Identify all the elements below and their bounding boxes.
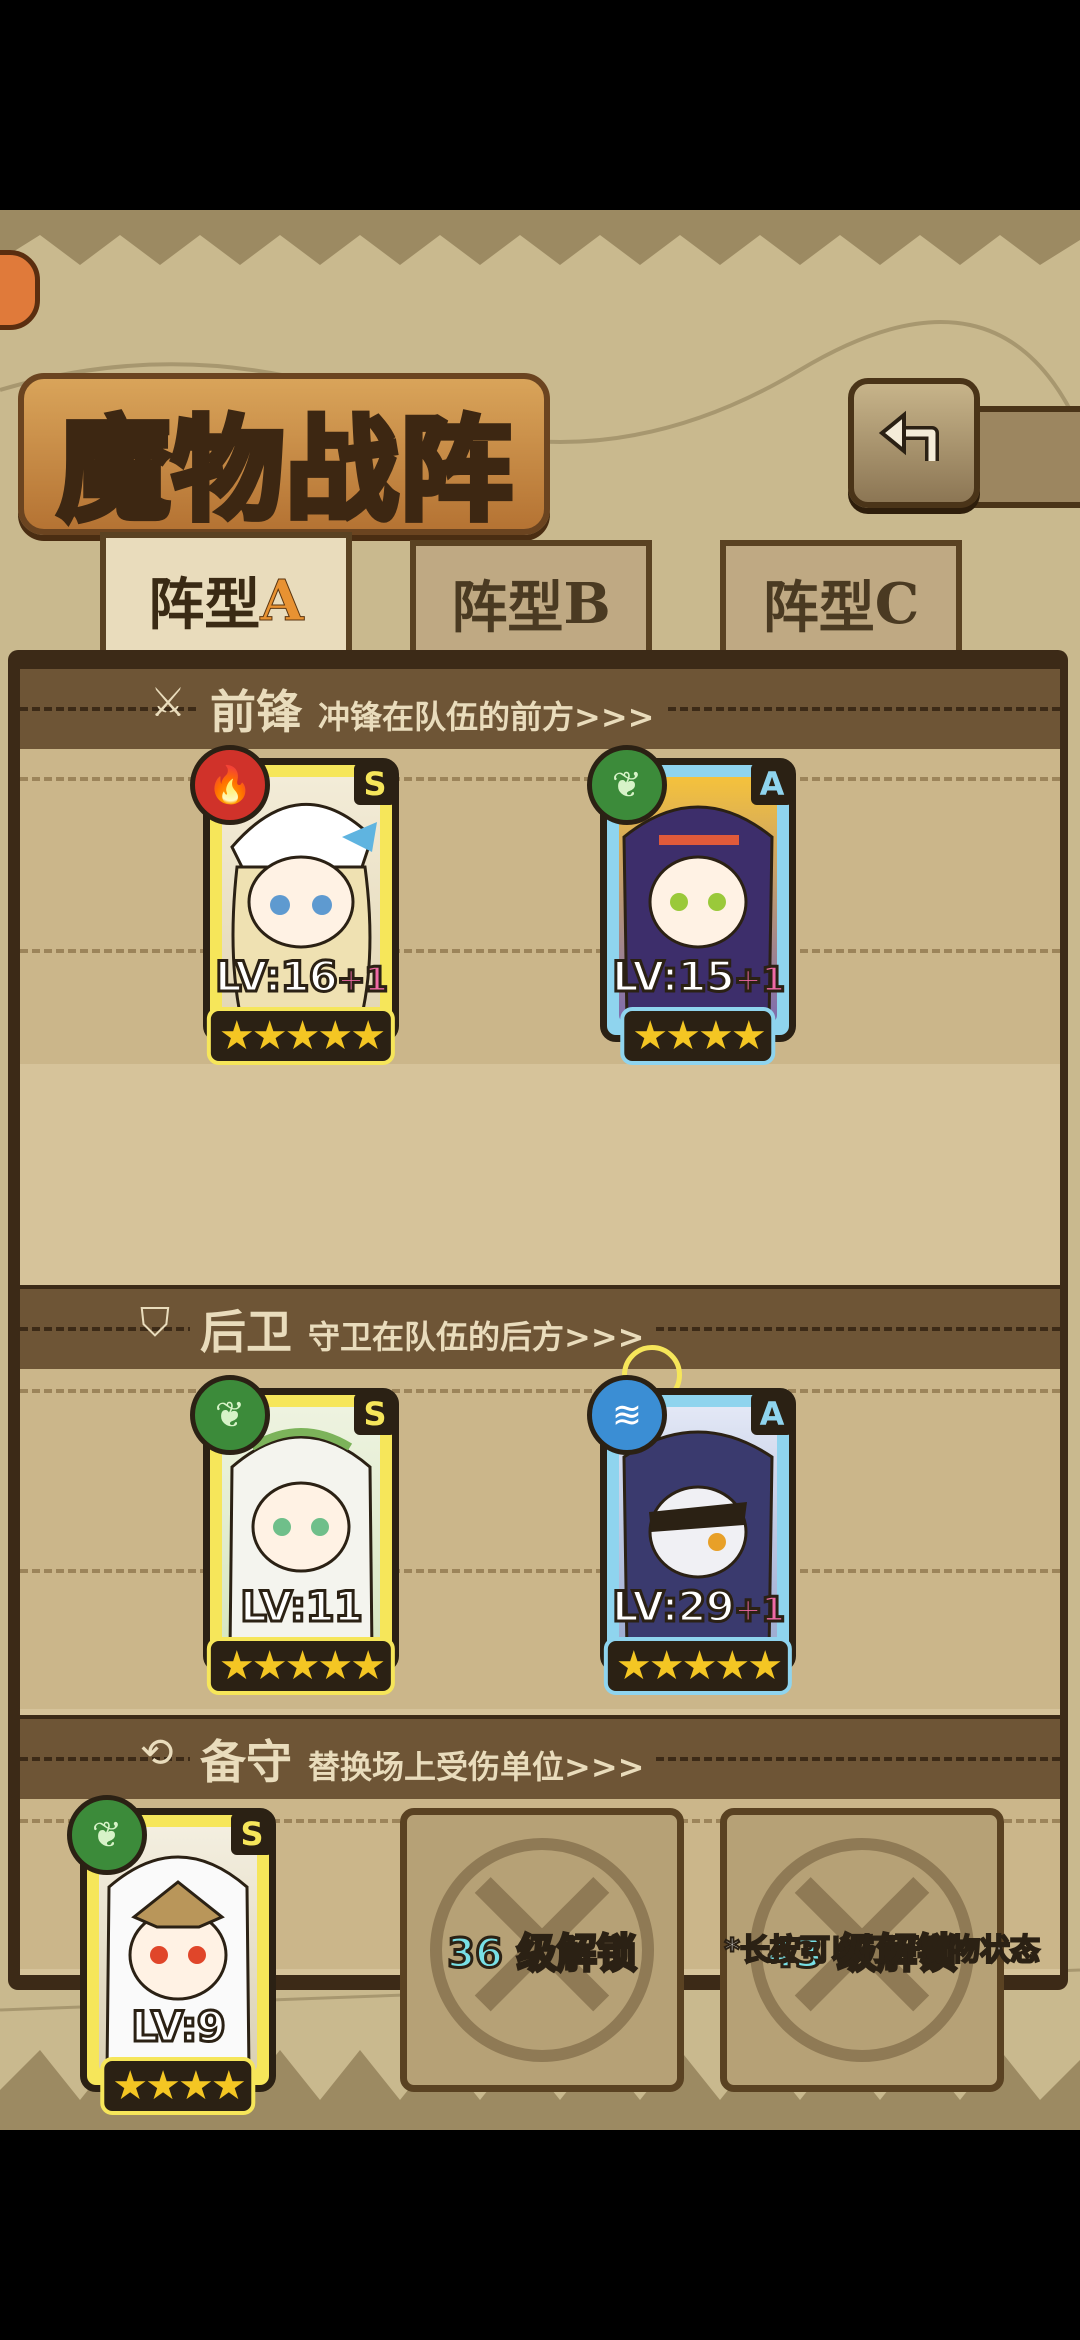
monster-card[interactable]: A ❦ LV:15+1 ★★★★ — [587, 745, 796, 1065]
game-screen: 魔物战阵 阵型 A 阵型 B 阵型 C ⚔ 前锋 冲锋在队伍的前方>>> S 🔥… — [0, 210, 1080, 2130]
rank-badge: S — [354, 763, 396, 805]
torn-edge-top — [0, 210, 1080, 265]
page-title: 魔物战阵 — [55, 402, 515, 539]
tab-formation-c[interactable]: 阵型 C — [720, 540, 962, 661]
star-rating: ★★★★ — [100, 2057, 256, 2115]
star-rating: ★★★★ — [620, 1007, 776, 1065]
long-press-hint: *长按可以打开魔物状态 — [723, 1932, 1041, 1969]
star-rating: ★★★★★ — [603, 1637, 793, 1695]
leaf-icon: ❦ — [190, 1375, 270, 1455]
side-arrow-button[interactable] — [0, 250, 40, 330]
swap-icon: ⟲ — [140, 1730, 174, 1776]
locked-slot[interactable]: ✕ 36 级解锁 — [400, 1808, 684, 2092]
fire-icon: 🔥 — [190, 745, 270, 825]
tab-letter: C — [874, 570, 920, 637]
star-rating: ★★★★★ — [206, 1637, 396, 1695]
section-front-header: ⚔ 前锋 冲锋在队伍的前方>>> — [20, 665, 1060, 753]
rank-badge: S — [231, 1813, 273, 1855]
section-rear-header: ⛉ 后卫 守卫在队伍的后方>>> — [20, 1285, 1060, 1373]
section-description: 守卫在队伍的后方>>> — [308, 1318, 645, 1356]
leaf-icon: ❦ — [67, 1795, 147, 1875]
tab-letter: B — [563, 570, 611, 637]
back-button[interactable] — [848, 378, 980, 508]
leaf-icon: ❦ — [587, 745, 667, 825]
front-row — [20, 749, 1060, 1064]
section-title: 前锋 — [210, 685, 302, 739]
level-label: LV:9 — [130, 2001, 228, 2053]
water-icon: ≋ — [587, 1375, 667, 1455]
tab-label: 阵型 — [148, 572, 261, 638]
sword-icon: ⚔ — [150, 680, 186, 726]
shield-icon: ⛉ — [140, 1300, 170, 1346]
section-reserve-header: ⟲ 备守 替换场上受伤单位>>> — [20, 1715, 1060, 1803]
section-title: 后卫 — [200, 1305, 292, 1359]
level-label: LV:11 — [239, 1581, 365, 1633]
level-label: LV:29+1 — [611, 1581, 787, 1633]
unlock-level-label: 36 级解锁 — [446, 1930, 639, 1979]
section-title: 备守 — [200, 1735, 292, 1789]
rank-badge: A — [751, 763, 793, 805]
tab-formation-b[interactable]: 阵型 B — [410, 540, 652, 661]
monster-card[interactable]: S 🔥 LV:16+1 ★★★★★ — [190, 745, 399, 1065]
monster-card[interactable]: S ❦ LV:9 ★★★★ — [67, 1795, 276, 2115]
section-description: 冲锋在队伍的前方>>> — [318, 698, 655, 736]
tab-letter: A — [260, 567, 304, 634]
monster-card[interactable]: S ❦ LV:11 ★★★★★ — [190, 1375, 399, 1695]
monster-card[interactable]: A ≋ LV:29+1 ★★★★★ — [587, 1375, 796, 1695]
level-label: LV:15+1 — [611, 951, 787, 1003]
level-label: LV:16+1 — [214, 951, 390, 1003]
rear-row — [20, 1369, 1060, 1709]
return-arrow-icon — [878, 410, 939, 461]
tab-label: 阵型 — [451, 575, 564, 641]
section-description: 替换场上受伤单位>>> — [308, 1748, 645, 1786]
rank-badge: A — [751, 1393, 793, 1435]
rank-badge: S — [354, 1393, 396, 1435]
tab-formation-a[interactable]: 阵型 A — [100, 532, 352, 663]
star-rating: ★★★★★ — [206, 1007, 396, 1065]
tab-label: 阵型 — [762, 575, 875, 641]
